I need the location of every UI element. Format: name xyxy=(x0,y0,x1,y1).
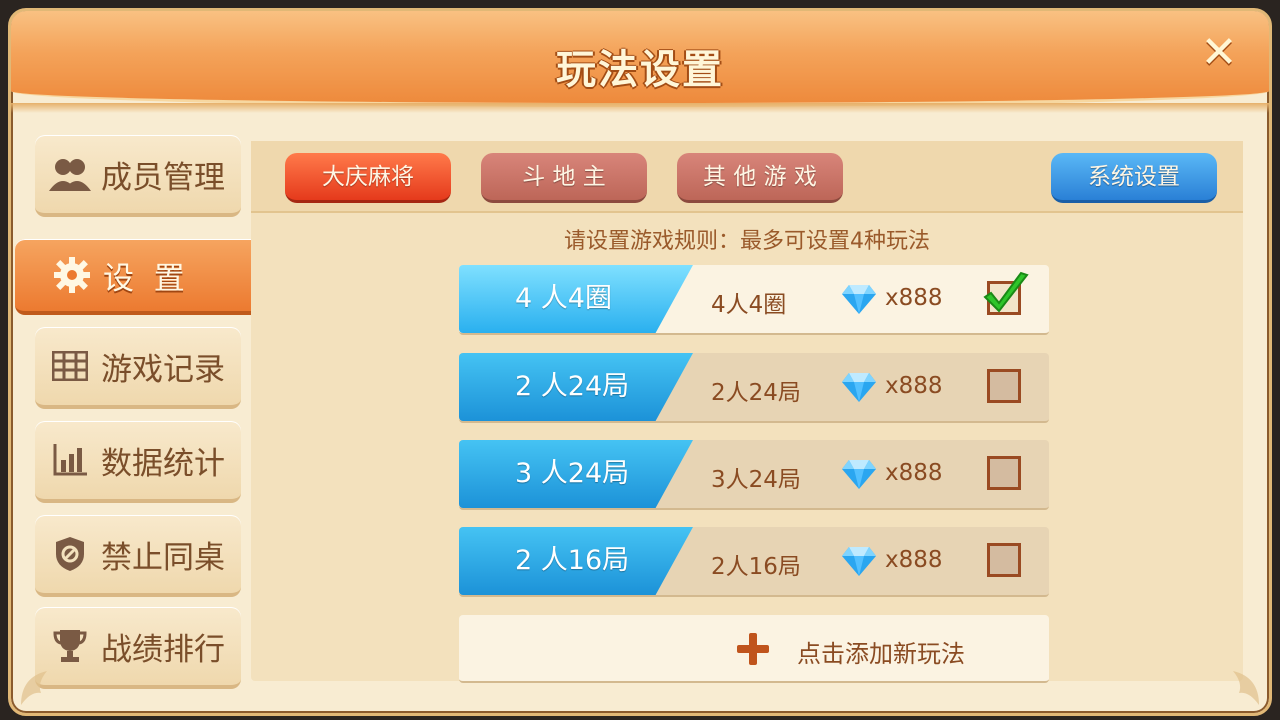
sidebar-item-label: 数据统计 xyxy=(101,445,225,482)
sidebar-item-label: 禁止同桌 xyxy=(101,539,225,576)
rule-label: 2 人16局 xyxy=(459,527,693,595)
trophy-icon xyxy=(49,628,91,664)
checkmark-icon xyxy=(983,271,1029,313)
sidebar-item-label: 战绩排行 xyxy=(101,631,225,668)
table-icon xyxy=(49,348,91,384)
rule-row[interactable]: 3 人24局 3人24局 x888 xyxy=(459,440,1049,510)
sidebar-item-label: 游戏记录 xyxy=(101,351,225,388)
gear-icon xyxy=(51,257,93,293)
settings-dialog: 玩法设置 ✕ 成员管理 设 置 游戏记录 数据统计 禁止同桌 战绩排行 大庆麻将… xyxy=(8,8,1272,716)
diamond-icon xyxy=(842,460,876,489)
diamond-cost: x888 xyxy=(885,460,943,486)
rule-desc: 3人24局 xyxy=(711,467,801,493)
corner-ornament-icon xyxy=(1233,671,1259,705)
diamond-cost: x888 xyxy=(885,285,943,311)
rule-label: 3 人24局 xyxy=(459,440,693,508)
plus-icon xyxy=(737,633,769,665)
rule-row[interactable]: 4 人4圈 4人4圈 x888 xyxy=(459,265,1049,335)
add-rule-button[interactable]: 点击添加新玩法 xyxy=(459,615,1049,683)
members-icon xyxy=(49,156,91,192)
corner-ornament-icon xyxy=(21,671,47,705)
close-button[interactable]: ✕ xyxy=(1197,31,1241,75)
diamond-icon xyxy=(842,547,876,576)
rule-desc: 2人24局 xyxy=(711,380,801,406)
diamond-icon xyxy=(842,373,876,402)
sidebar-item-members[interactable]: 成员管理 xyxy=(35,135,241,217)
sidebar-item-label: 设 置 xyxy=(103,260,185,297)
diamond-cost: x888 xyxy=(885,547,943,573)
sidebar-item-stats[interactable]: 数据统计 xyxy=(35,421,241,503)
add-rule-label: 点击添加新玩法 xyxy=(797,640,965,668)
system-settings-button[interactable]: 系统设置 xyxy=(1051,153,1217,203)
diamond-icon xyxy=(842,285,876,314)
tab-daqing-mahjong[interactable]: 大庆麻将 xyxy=(285,153,451,203)
title-bar: 玩法设置 ✕ xyxy=(11,11,1269,113)
rule-desc: 4人4圈 xyxy=(711,292,787,318)
sidebar-item-settings[interactable]: 设 置 xyxy=(15,239,279,315)
rule-checkbox[interactable] xyxy=(987,456,1021,490)
rule-label: 2 人24局 xyxy=(459,353,693,421)
rule-checkbox[interactable] xyxy=(987,369,1021,403)
diamond-cost: x888 xyxy=(885,373,943,399)
rule-row[interactable]: 2 人16局 2人16局 x888 xyxy=(459,527,1049,597)
game-tab-bar: 大庆麻将 斗 地 主 其 他 游 戏 系统设置 xyxy=(251,141,1243,213)
rule-checkbox[interactable] xyxy=(987,543,1021,577)
sidebar-item-label: 成员管理 xyxy=(101,159,225,196)
rule-row[interactable]: 2 人24局 2人24局 x888 xyxy=(459,353,1049,423)
shield-forbid-icon xyxy=(49,536,91,572)
sidebar-item-forbid[interactable]: 禁止同桌 xyxy=(35,515,241,597)
rule-label: 4 人4圈 xyxy=(459,265,693,333)
dialog-title: 玩法设置 xyxy=(556,47,724,93)
sidebar-item-ranking[interactable]: 战绩排行 xyxy=(35,607,241,689)
sidebar-item-records[interactable]: 游戏记录 xyxy=(35,327,241,409)
main-panel: 大庆麻将 斗 地 主 其 他 游 戏 系统设置 请设置游戏规则：最多可设置4种玩… xyxy=(251,141,1243,683)
bar-chart-icon xyxy=(49,442,91,478)
tab-other-games[interactable]: 其 他 游 戏 xyxy=(677,153,843,203)
rule-hint-text: 请设置游戏规则：最多可设置4种玩法 xyxy=(564,229,930,254)
tab-doudizhu[interactable]: 斗 地 主 xyxy=(481,153,647,203)
rule-desc: 2人16局 xyxy=(711,554,801,580)
